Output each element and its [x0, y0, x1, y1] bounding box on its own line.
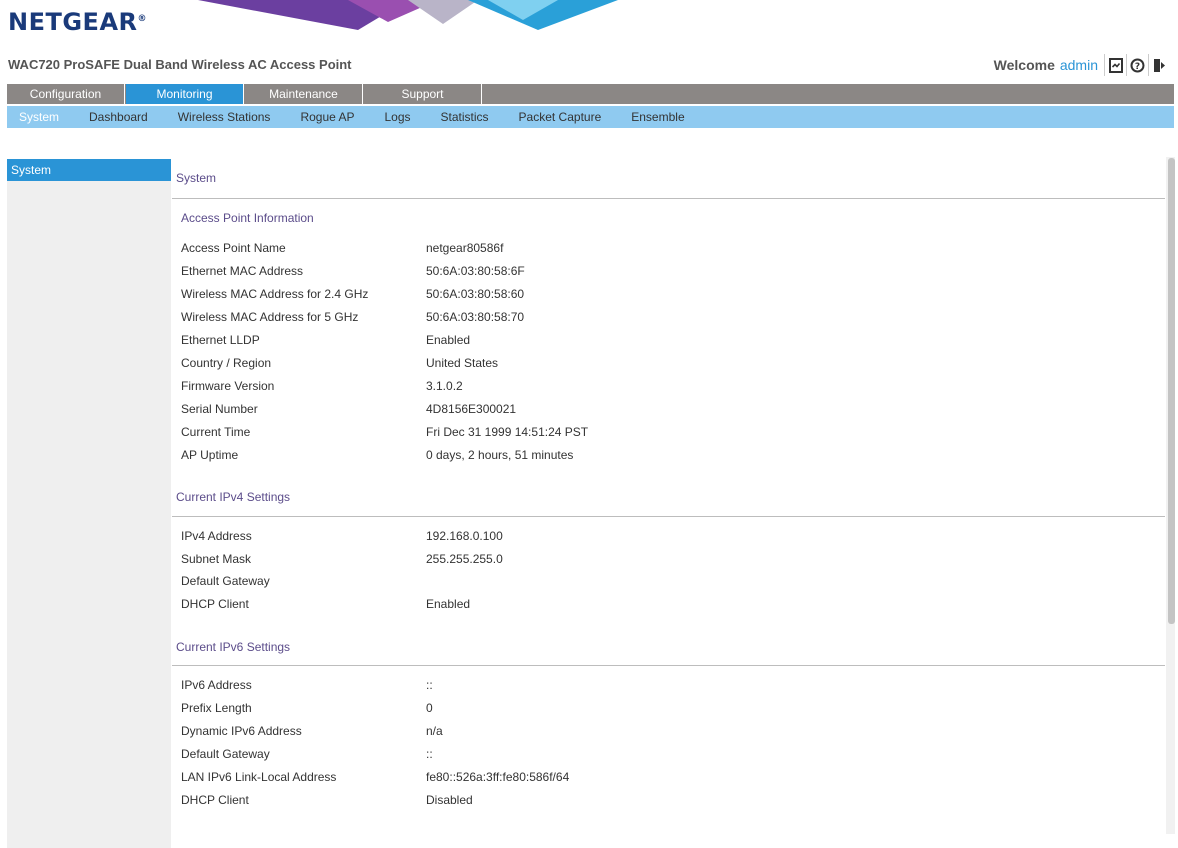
- subnav-wireless-stations[interactable]: Wireless Stations: [163, 106, 286, 128]
- exit-icon[interactable]: [1148, 54, 1170, 76]
- info-row: Current Time Fri Dec 31 1999 14:51:24 PST: [181, 425, 881, 443]
- info-row: LAN IPv6 Link-Local Address fe80::526a:3f…: [181, 770, 881, 788]
- info-row: Ethernet LLDP Enabled: [181, 333, 881, 351]
- main-nav: Configuration Monitoring Maintenance Sup…: [7, 84, 1174, 104]
- subnav-ensemble[interactable]: Ensemble: [616, 106, 699, 128]
- row-label: DHCP Client: [181, 793, 249, 807]
- divider: [172, 665, 1165, 666]
- row-value: [426, 574, 881, 592]
- subnav-statistics[interactable]: Statistics: [426, 106, 504, 128]
- row-label: Wireless MAC Address for 2.4 GHz: [181, 287, 369, 301]
- row-value: 255.255.255.0: [426, 552, 503, 566]
- row-value: ::: [426, 747, 433, 761]
- row-value: 3.1.0.2: [426, 379, 463, 393]
- row-label: LAN IPv6 Link-Local Address: [181, 770, 337, 784]
- row-label: Dynamic IPv6 Address: [181, 724, 302, 738]
- row-value: 4D8156E300021: [426, 402, 517, 416]
- row-label: IPv6 Address: [181, 678, 252, 692]
- row-value: United States: [426, 356, 499, 370]
- row-label: Serial Number: [181, 402, 258, 416]
- scrollbar-thumb[interactable]: [1168, 158, 1175, 624]
- row-label: Default Gateway: [181, 574, 270, 588]
- info-row: Country / Region United States: [181, 356, 881, 374]
- info-row: DHCP Client Enabled: [181, 597, 881, 615]
- section-heading-ap-info: Access Point Information: [181, 211, 314, 225]
- page-title: System: [176, 171, 217, 185]
- header-banner-graphic: [198, 0, 618, 30]
- info-row: Serial Number 4D8156E300021: [181, 402, 881, 420]
- subnav-logs[interactable]: Logs: [369, 106, 425, 128]
- subnav-system[interactable]: System: [7, 106, 74, 128]
- subnav-dashboard[interactable]: Dashboard: [74, 106, 163, 128]
- row-value: Fri Dec 31 1999 14:51:24 PST: [426, 425, 589, 439]
- row-label: Default Gateway: [181, 747, 270, 761]
- welcome-label: Welcome: [993, 57, 1055, 73]
- row-label: Firmware Version: [181, 379, 275, 393]
- row-label: Access Point Name: [181, 241, 286, 255]
- row-value: netgear80586f: [426, 241, 504, 255]
- tab-configuration[interactable]: Configuration: [7, 84, 125, 104]
- info-row: Ethernet MAC Address 50:6A:03:80:58:6F: [181, 264, 881, 282]
- help-icon[interactable]: ?: [1126, 54, 1148, 76]
- row-value: n/a: [426, 724, 443, 738]
- row-label: Prefix Length: [181, 701, 252, 715]
- row-value: 192.168.0.100: [426, 529, 503, 543]
- row-value: 50:6A:03:80:58:6F: [426, 264, 525, 278]
- tab-support[interactable]: Support: [364, 84, 482, 104]
- info-row: Wireless MAC Address for 5 GHz 50:6A:03:8…: [181, 310, 881, 328]
- row-label: Wireless MAC Address for 5 GHz: [181, 310, 359, 324]
- welcome-bar: Welcome admin ?: [994, 54, 1170, 76]
- svg-text:?: ?: [1135, 62, 1140, 72]
- info-row: IPv4 Address 192.168.0.100: [181, 529, 881, 547]
- info-row: Access Point Name netgear80586f: [181, 241, 881, 259]
- row-label: Country / Region: [181, 356, 272, 370]
- row-label: IPv4 Address: [181, 529, 252, 543]
- row-value: Enabled: [426, 597, 471, 611]
- subnav-rogue-ap[interactable]: Rogue AP: [285, 106, 369, 128]
- info-row: DHCP Client Disabled: [181, 793, 881, 811]
- subnav-packet-capture[interactable]: Packet Capture: [504, 106, 617, 128]
- info-row: Default Gateway: [181, 574, 881, 592]
- row-label: Subnet Mask: [181, 552, 252, 566]
- row-label: AP Uptime: [181, 448, 239, 462]
- sidebar-item-system[interactable]: System: [7, 159, 171, 181]
- info-row: IPv6 Address::: [181, 678, 881, 696]
- netgear-logo: NETGEAR®: [8, 8, 147, 36]
- row-value: 0 days, 2 hours, 51 minutes: [426, 448, 574, 462]
- divider: [172, 198, 1165, 199]
- info-row: Default Gateway::: [181, 747, 881, 765]
- divider: [172, 516, 1165, 517]
- info-row: Subnet Mask 255.255.255.0: [181, 552, 881, 570]
- row-label: Ethernet LLDP: [181, 333, 260, 347]
- section-heading-ipv4: Current IPv4 Settings: [176, 490, 291, 504]
- row-value: fe80::526a:3ff:fe80:586f/64: [426, 770, 570, 784]
- device-title: WAC720 ProSAFE Dual Band Wireless AC Acc…: [8, 57, 352, 72]
- row-value: 0: [426, 701, 433, 715]
- info-row: AP Uptime 0 days, 2 hours, 51 minutes: [181, 448, 881, 466]
- row-value: Enabled: [426, 333, 471, 347]
- sidebar: System: [7, 159, 171, 848]
- info-row: Prefix Length 0: [181, 701, 881, 719]
- username-link[interactable]: admin: [1060, 57, 1098, 73]
- row-label: Current Time: [181, 425, 251, 439]
- row-value: 50:6A:03:80:58:60: [426, 287, 525, 301]
- tab-monitoring[interactable]: Monitoring: [126, 84, 244, 104]
- tab-maintenance[interactable]: Maintenance: [245, 84, 363, 104]
- row-value: ::: [426, 678, 433, 692]
- row-value: 50:6A:03:80:58:70: [426, 310, 525, 324]
- section-heading-ipv6: Current IPv6 Settings: [176, 640, 291, 654]
- row-label: DHCP Client: [181, 597, 249, 611]
- row-value: Disabled: [426, 793, 473, 807]
- logout-doc-icon[interactable]: [1104, 54, 1126, 76]
- sub-nav: System Dashboard Wireless Stations Rogue…: [7, 106, 1174, 128]
- info-row: Dynamic IPv6 Address n/a: [181, 724, 881, 742]
- content-panel: System Access Point Information Access P…: [172, 159, 1165, 819]
- info-row: Firmware Version 3.1.0.2: [181, 379, 881, 397]
- info-row: Wireless MAC Address for 2.4 GHz 50:6A:03…: [181, 287, 881, 305]
- row-label: Ethernet MAC Address: [181, 264, 304, 278]
